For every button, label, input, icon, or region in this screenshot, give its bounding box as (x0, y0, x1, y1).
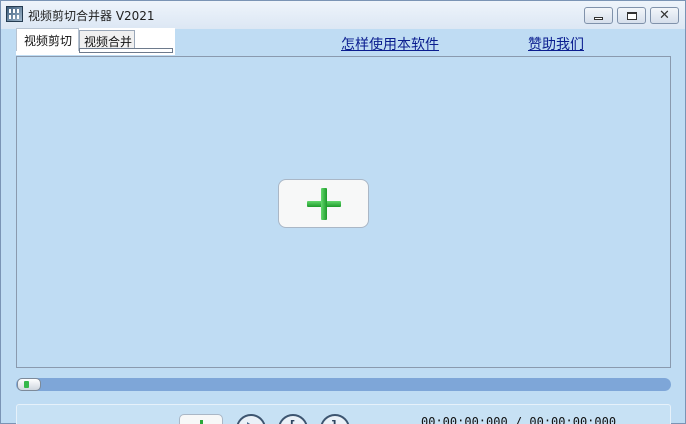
play-button[interactable] (236, 414, 266, 424)
plus-icon (307, 188, 341, 220)
film-app-icon (6, 6, 23, 22)
timeline-slider[interactable] (16, 378, 671, 391)
donate-link[interactable]: 赞助我们 (528, 34, 584, 54)
plus-icon (200, 420, 203, 424)
bracket-right-icon: ] (330, 419, 338, 424)
time-display: 00:00:00:000 / 00:00:00:000 (421, 415, 617, 424)
how-to-use-link[interactable]: 怎样使用本软件 (341, 34, 439, 54)
close-icon: ✕ (659, 8, 670, 23)
close-button[interactable]: ✕ (650, 7, 679, 24)
tab-underline (79, 48, 173, 53)
minimize-button[interactable] (584, 7, 613, 24)
add-file-button[interactable] (179, 414, 223, 424)
window-title: 视频剪切合并器 V2021 (28, 9, 155, 23)
mark-out-button[interactable]: ] (320, 414, 350, 424)
mark-in-button[interactable]: [ (278, 414, 308, 424)
playback-controls-panel: [ ] 00:00:00:000 / 00:00:00:000 (16, 404, 671, 424)
add-video-button[interactable] (278, 179, 369, 228)
app-window: 视频剪切合并器 V2021 ✕ 视频剪切 视频合并 怎样使用本软件 赞助我们 [… (0, 0, 686, 424)
bracket-left-icon: [ (288, 419, 296, 424)
title-bar[interactable]: 视频剪切合并器 V2021 ✕ (1, 1, 685, 29)
tab-strip: 视频剪切 视频合并 (16, 28, 175, 55)
timeline-thumb[interactable] (17, 378, 41, 391)
tab-video-merge[interactable]: 视频合并 (79, 30, 135, 50)
minimize-icon (594, 17, 603, 20)
tab-video-cut[interactable]: 视频剪切 (16, 28, 79, 51)
maximize-button[interactable] (617, 7, 646, 24)
maximize-icon (627, 12, 637, 20)
